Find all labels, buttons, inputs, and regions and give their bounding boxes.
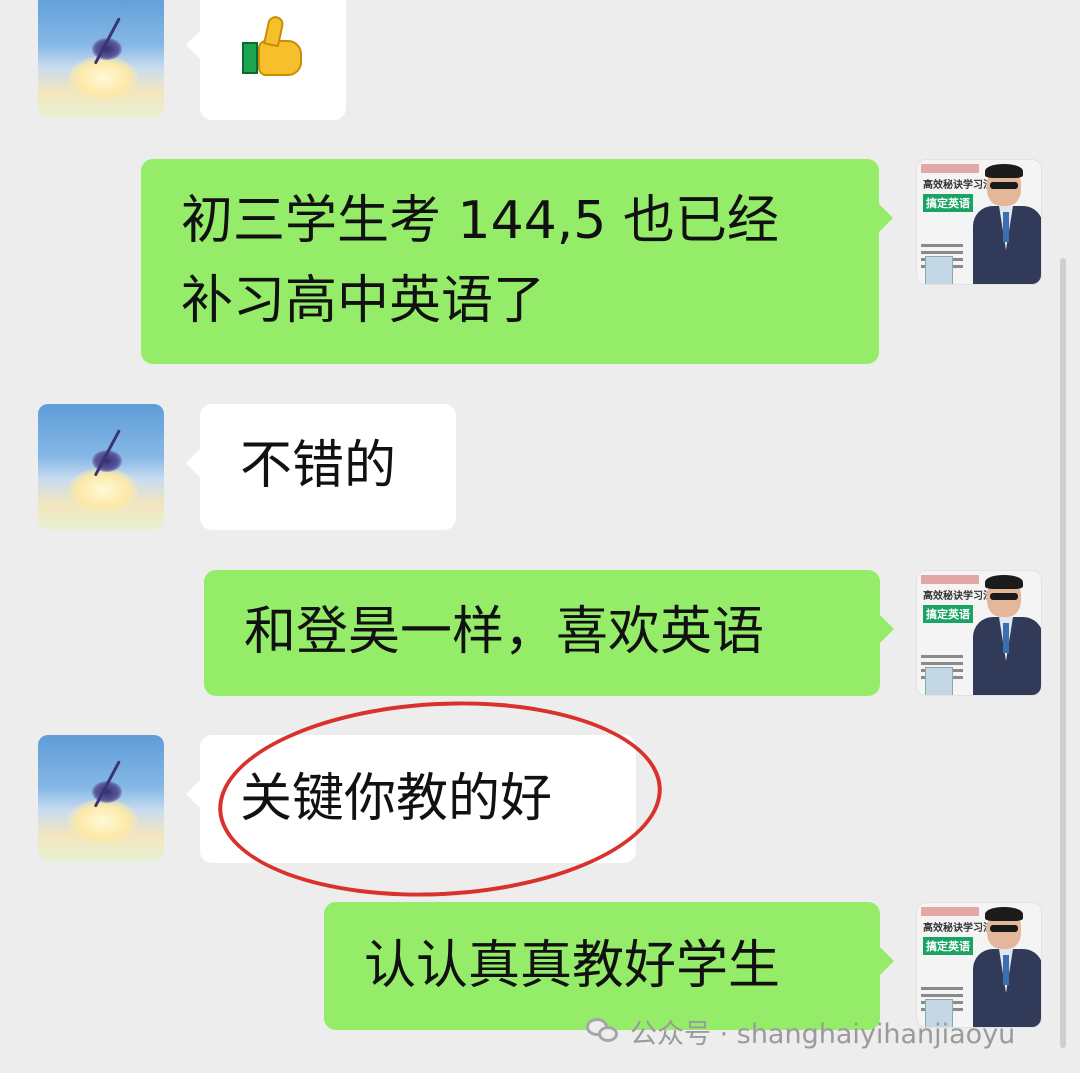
avatar-portrait [973,162,1041,284]
avatar-tag: 搞定英语 [923,194,973,212]
avatar-portrait [973,573,1041,695]
wechat-icon [586,1016,620,1046]
watermark: 公众号 · shanghaiyihanjiaoyu [586,1006,1015,1056]
chat-scrollbar[interactable] [1060,258,1066,1048]
contact-avatar[interactable] [38,404,164,530]
message-text: 和登昊一样，喜欢英语 [244,602,765,662]
my-avatar[interactable]: 高效秘诀学习法 搞定英语 [916,570,1042,696]
avatar-tag: 搞定英语 [923,937,973,955]
message-bubble-self[interactable]: 初三学生考 144,5 也已经 补习高中英语了 [141,159,893,364]
message-text: 初三学生考 144,5 也已经 补习高中英语了 [181,191,779,331]
red-highlight-circle [213,690,667,908]
watermark-text: 公众号 · shanghaiyihanjiaoyu [630,1018,1016,1050]
my-avatar[interactable]: 高效秘诀学习法 搞定英语 [916,159,1042,285]
message-text: 认认真真教好学生 [364,936,781,996]
contact-avatar[interactable] [38,0,164,118]
message-bubble-self[interactable]: 和登昊一样，喜欢英语 [204,570,894,696]
message-bubble-emoji[interactable] [186,0,346,120]
avatar-tag: 搞定英语 [923,605,973,623]
contact-avatar[interactable] [38,735,164,861]
message-text: 不错的 [240,436,397,496]
message-bubble-other[interactable]: 不错的 [186,404,456,530]
thumbs-up-icon [242,14,306,76]
